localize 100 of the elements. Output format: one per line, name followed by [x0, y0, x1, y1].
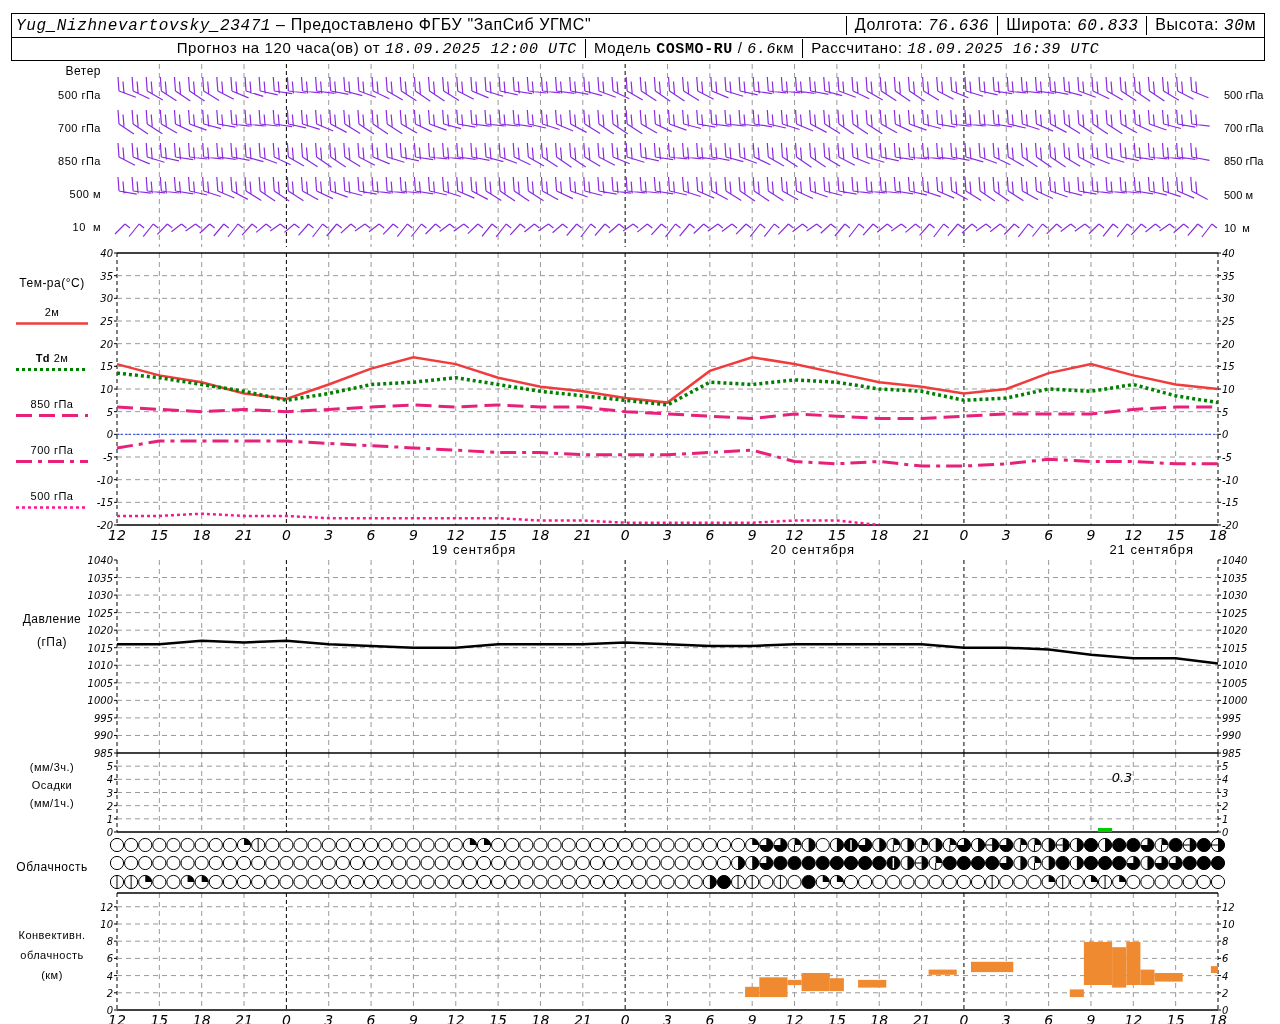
- panel-title: Ветер: [65, 64, 101, 79]
- cloud-cover-icon: [547, 837, 562, 853]
- cloud-cover-icon: [462, 837, 477, 853]
- axis-tick-label: -20: [96, 520, 113, 531]
- axis-tick-label: 2: [106, 987, 113, 999]
- cloud-cover-icon: [109, 837, 125, 853]
- cloud-cover-icon: [251, 874, 266, 890]
- axis-tick-label: 1010: [87, 660, 113, 672]
- cloud-cover-icon: [872, 874, 887, 890]
- cloud-cover-icon: [632, 855, 647, 871]
- cloud-cover-icon: [646, 855, 661, 871]
- cloud-cover-icon: [208, 837, 223, 853]
- cloud-cover-icon: [476, 855, 492, 871]
- axis-tick-label: 9: [408, 527, 418, 543]
- cloud-cover-icon: [349, 837, 365, 853]
- cloud-cover-icon: [589, 874, 604, 890]
- cloud-cover-icon: [533, 874, 548, 890]
- axis-tick-label: 21: [573, 527, 592, 543]
- cloud-cover-icon: [1098, 874, 1113, 890]
- cloud-cover-icon: [829, 855, 844, 871]
- cloud-cover-icon: [900, 874, 915, 890]
- cloud-cover-icon: [180, 874, 195, 890]
- cloud-cover-icon: [208, 855, 223, 871]
- cloud-cover-icon: [307, 855, 322, 871]
- axis-tick-label: 10: [100, 918, 113, 930]
- header-text: Yug_Nizhnevartovsky_23471 – Предоставлено ФГБУ "ЗапСиб УГМС": [15, 15, 593, 35]
- axis-tick-label: 0: [106, 429, 113, 441]
- axis-tick-label: 1015: [1222, 642, 1248, 654]
- cloud-cover-icon: [843, 855, 859, 871]
- axis-tick-label: 3: [1001, 527, 1011, 543]
- cloud-cover-icon: [533, 837, 548, 853]
- legend-label: 500 гПа: [30, 489, 74, 503]
- cloud-cover-icon: [886, 855, 901, 871]
- axis-tick-label: 21: [235, 527, 253, 543]
- axis-tick-label: 995: [1222, 712, 1242, 724]
- cloud-cover-icon: [279, 855, 294, 871]
- cloud-cover-icon: [872, 837, 887, 853]
- cloud-cover-icon: [349, 874, 365, 890]
- axis-label: 700 гПа: [58, 121, 101, 136]
- axis-tick-label: -5: [1222, 452, 1232, 463]
- cloud-cover-icon: [194, 874, 209, 890]
- cloud-cover-icon: [970, 837, 986, 853]
- cloud-cover-icon: [194, 855, 209, 871]
- cloud-cover-icon: [1210, 855, 1226, 871]
- axis-label: 10 м: [72, 220, 101, 235]
- cloud-cover-icon: [773, 837, 788, 853]
- axis-label: облачность: [20, 948, 84, 963]
- axis-tick-label: 0: [106, 1005, 113, 1016]
- cloud-cover-icon: [406, 837, 421, 853]
- cloud-cover-icon: [801, 855, 816, 871]
- cloud-cover-icon: [900, 837, 915, 853]
- header-text: Модель COSMO-RU / 6.6км: [584, 39, 803, 59]
- cloud-cover-icon: [1041, 855, 1056, 871]
- cloud-cover-icon: [674, 855, 689, 871]
- axis-tick-label: 1010: [1222, 660, 1248, 672]
- cloud-cover-icon: [660, 837, 675, 853]
- axis-tick-label: 2: [1222, 800, 1229, 812]
- axis-label: Осадки: [31, 778, 73, 793]
- cloud-cover-icon: [900, 855, 915, 871]
- cloud-cover-icon: [589, 855, 604, 871]
- axis-tick-label: -10: [1222, 474, 1239, 486]
- cloud-cover-icon: [335, 837, 350, 853]
- axis-tick-label: -10: [96, 474, 113, 486]
- cloud-cover-icon: [858, 837, 873, 853]
- cloud-cover-icon: [660, 855, 675, 871]
- cloud-cover-icon: [575, 837, 590, 853]
- cloud-cover-icon: [378, 837, 393, 853]
- axis-tick-label: 12: [1222, 901, 1235, 913]
- cloud-cover-icon: [815, 855, 830, 871]
- legend-label: 700 гПа: [30, 443, 74, 457]
- cloud-cover-icon: [152, 837, 167, 853]
- cloud-cover-icon: [279, 837, 294, 853]
- date-label: 19 сентября: [431, 542, 517, 557]
- axis-label: 500 гПа: [1224, 89, 1264, 101]
- cloud-cover-icon: [307, 874, 322, 890]
- cloud-cover-icon: [872, 855, 887, 871]
- cloud-cover-icon: [519, 855, 534, 871]
- panel-title: Облачность: [16, 859, 88, 876]
- cloud-cover-icon: [1168, 874, 1183, 890]
- axis-tick-label: 1025: [87, 607, 113, 619]
- cloud-cover-icon: [138, 855, 153, 871]
- axis-label: 500 м: [69, 187, 101, 202]
- cloud-cover-icon: [561, 874, 576, 890]
- cloud-cover-icon: [448, 837, 463, 853]
- axis-tick-label: 10: [100, 384, 113, 395]
- cloud-cover-icon: [166, 837, 181, 853]
- axis-tick-label: 9: [747, 527, 757, 543]
- cloud-cover-icon: [349, 855, 365, 871]
- axis-tick-label: 4: [106, 970, 113, 982]
- cloud-cover-icon: [928, 837, 943, 853]
- axis-tick-label: 990: [93, 730, 113, 742]
- cloud-cover-icon: [999, 855, 1014, 871]
- cloud-cover-icon: [505, 837, 520, 853]
- cloud-cover-icon: [364, 874, 379, 890]
- axis-label: 700 гПа: [1224, 122, 1264, 134]
- axis-tick-label: 1040: [1222, 555, 1248, 566]
- axis-label: 10 м: [1224, 222, 1250, 234]
- axis-tick-label: 12: [1124, 527, 1143, 543]
- cloud-cover-icon: [618, 874, 633, 890]
- cloud-cover-icon: [547, 855, 562, 871]
